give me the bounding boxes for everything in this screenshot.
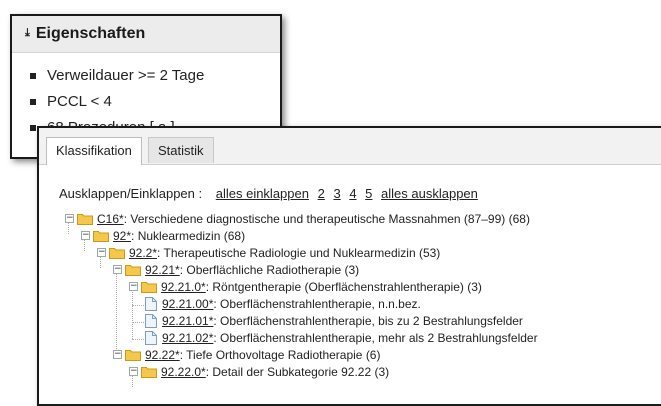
properties-title: Eigenschaften	[35, 25, 146, 42]
tree-node-code[interactable]: 92.21*	[145, 263, 180, 277]
tree-node-code[interactable]: 92.21.02*	[162, 331, 213, 345]
tree-node-text: : Oberflächenstrahlentherapie, mehr als …	[213, 330, 538, 345]
collapse-toggle-icon[interactable]: −	[97, 248, 106, 257]
tree-node-code[interactable]: 92.2*	[129, 246, 157, 260]
tree-node-text: : Oberflächliche Radiotherapie (3)	[179, 262, 360, 277]
folder-icon	[109, 247, 125, 259]
expand-label: Ausklappen/Einklappen :	[59, 186, 203, 201]
tree-node-text: : Oberflächenstrahlentherapie, n.n.bez.	[213, 296, 421, 311]
tree-leaf[interactable]: 92.21.02* : Oberflächenstrahlentherapie,…	[145, 329, 538, 346]
tree-node[interactable]: − 92.2* : Therapeutische Radiologie und …	[97, 244, 440, 261]
tree-node[interactable]: − C16* : Verschiedene diagnostische und …	[65, 210, 530, 227]
document-icon	[145, 330, 157, 345]
tree-connector	[132, 339, 144, 340]
property-text: PCCL < 4	[47, 93, 112, 110]
tree-connector	[132, 288, 133, 339]
tree-node-text: : Röntgentherapie (Oberflächenstrahlenth…	[205, 279, 482, 294]
collapse-toggle-icon[interactable]: −	[113, 350, 122, 359]
list-item: PCCL < 4	[30, 89, 280, 115]
tree-node[interactable]: − 92.22.0* : Detail der Subkategorie 92.…	[129, 363, 389, 380]
bullet-icon	[30, 125, 36, 131]
tree-node-code[interactable]: 92.22.0*	[161, 365, 206, 379]
folder-icon	[93, 230, 109, 242]
tree-leaf[interactable]: 92.21.01* : Oberflächenstrahlentherapie,…	[145, 312, 523, 329]
collapse-chevron-icon[interactable]: ⤓	[25, 27, 30, 40]
tree-node-code[interactable]: 92.21.00*	[162, 297, 213, 311]
tree-node-text: : Therapeutische Radiologie und Nuklearm…	[157, 245, 441, 260]
folder-icon	[77, 213, 93, 225]
folder-icon	[141, 281, 157, 293]
tree-node-text: : Verschiedene diagnostische und therape…	[123, 211, 530, 226]
tab-bar: Klassifikation Statistik	[39, 128, 661, 165]
tree-node-text: : Oberflächenstrahlentherapie, bis zu 2 …	[213, 313, 523, 328]
tree-node-code[interactable]: 92.22*	[145, 348, 180, 362]
document-icon	[145, 296, 157, 311]
tree-node-code[interactable]: 92.21.01*	[162, 314, 213, 328]
folder-icon	[125, 264, 141, 276]
level-4-link[interactable]: 4	[349, 186, 356, 201]
tree-node-code[interactable]: 92.21.0*	[161, 280, 206, 294]
collapse-toggle-icon[interactable]: −	[81, 231, 90, 240]
bullet-icon	[30, 73, 36, 79]
level-2-link[interactable]: 2	[318, 186, 325, 201]
tree-leaf[interactable]: 92.21.00* : Oberflächenstrahlentherapie,…	[145, 295, 421, 312]
tree-node-code[interactable]: C16*	[97, 212, 124, 226]
document-icon	[145, 313, 157, 328]
tree-node-text: : Tiefe Orthovoltage Radiotherapie (6)	[179, 347, 381, 362]
collapse-toggle-icon[interactable]: −	[129, 367, 138, 376]
tree-node-text: : Detail der Subkategorie 92.22 (3)	[205, 364, 390, 379]
tree-node[interactable]: − 92* : Nuklearmedizin (68)	[81, 227, 245, 244]
properties-header[interactable]: ⤓ Eigenschaften	[12, 16, 280, 53]
property-text: Verweildauer >= 2 Tage	[47, 67, 205, 84]
bullet-icon	[30, 99, 36, 105]
tree-node[interactable]: − 92.21* : Oberflächliche Radiotherapie …	[113, 261, 359, 278]
tree-connector	[132, 322, 144, 323]
tree-connector	[132, 305, 144, 306]
classification-panel: Klassifikation Statistik Ausklappen/Eink…	[37, 126, 661, 406]
collapse-all-link[interactable]: alles einklappen	[216, 186, 309, 201]
tree-node-text: : Nuklearmedizin (68)	[131, 228, 246, 243]
list-item: Verweildauer >= 2 Tage	[30, 63, 280, 89]
level-5-link[interactable]: 5	[365, 186, 372, 201]
tab-klassifikation[interactable]: Klassifikation	[46, 137, 142, 165]
folder-icon	[141, 366, 157, 378]
tab-statistik[interactable]: Statistik	[148, 137, 214, 163]
collapse-toggle-icon[interactable]: −	[129, 282, 138, 291]
expand-all-link[interactable]: alles ausklappen	[381, 186, 478, 201]
collapse-toggle-icon[interactable]: −	[113, 265, 122, 274]
level-3-link[interactable]: 3	[333, 186, 340, 201]
tree-node-code[interactable]: 92*	[113, 229, 131, 243]
collapse-toggle-icon[interactable]: −	[65, 214, 74, 223]
expand-collapse-bar: Ausklappen/Einklappen : alles einklappen…	[59, 186, 478, 201]
tree-node[interactable]: − 92.21.0* : Röntgentherapie (Oberfläche…	[129, 278, 482, 295]
tree-node[interactable]: − 92.22* : Tiefe Orthovoltage Radiothera…	[113, 346, 380, 363]
folder-icon	[125, 349, 141, 361]
